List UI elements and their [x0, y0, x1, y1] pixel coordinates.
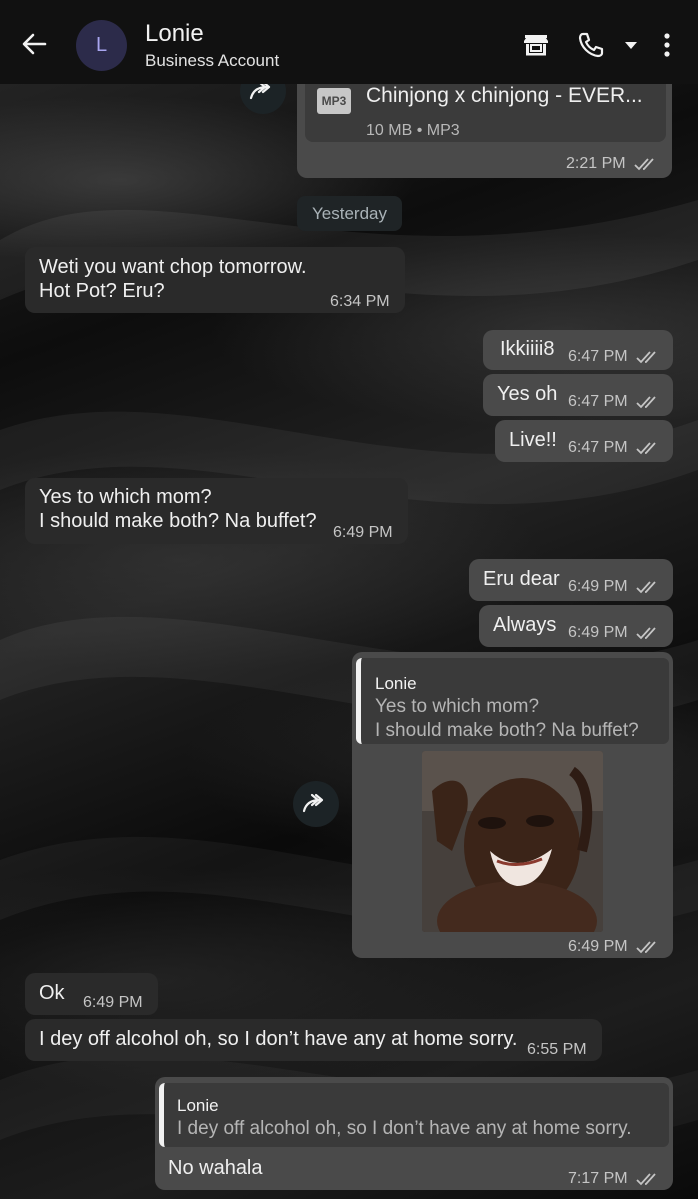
message-bubble-outgoing[interactable]: Ikkiiii8 6:47 PM — [483, 330, 673, 370]
forward-icon — [302, 793, 324, 813]
forward-button[interactable] — [293, 781, 339, 827]
message-line: I dey off alcohol oh, so I don’t have an… — [39, 1028, 518, 1050]
message-bubble-outgoing-reply[interactable]: Lonie I dey off alcohol oh, so I don’t h… — [155, 1077, 673, 1190]
avatar[interactable]: L — [76, 20, 127, 71]
message-time: 6:49 PM — [333, 524, 393, 541]
message-bubble-outgoing-reply[interactable]: Lonie Yes to which mom? I should make bo… — [352, 652, 673, 958]
caret-down-icon[interactable] — [616, 30, 646, 60]
message-time: 6:47 PM — [568, 436, 660, 460]
double-check-icon — [636, 627, 656, 640]
message-line: Yes oh — [497, 383, 558, 405]
avatar-initial: L — [95, 34, 108, 56]
message-line: Always — [493, 614, 557, 636]
double-check-icon — [636, 351, 656, 364]
double-check-icon — [636, 396, 656, 409]
double-check-icon — [636, 941, 656, 954]
file-name: Chinjong x chinjong - EVER... — [366, 84, 643, 107]
quoted-message[interactable]: Lonie I dey off alcohol oh, so I don’t h… — [159, 1083, 669, 1147]
message-time: 6:49 PM — [568, 575, 660, 599]
message-line: I should make both? Na buffet? — [39, 510, 317, 532]
quoted-line: Yes to which mom? — [375, 696, 540, 717]
double-check-icon — [636, 1173, 656, 1186]
message-bubble-outgoing[interactable]: Eru dear 6:49 PM — [469, 559, 673, 601]
message-line: No wahala — [168, 1157, 263, 1179]
contact-name[interactable]: Lonie — [145, 20, 204, 48]
storefront-icon[interactable] — [521, 30, 551, 60]
message-bubble-incoming[interactable]: Ok 6:49 PM — [25, 973, 158, 1015]
double-check-icon — [636, 442, 656, 455]
message-line: Ikkiiii8 — [500, 338, 555, 360]
message-bubble-outgoing[interactable]: Yes oh 6:47 PM — [483, 374, 673, 416]
phone-icon[interactable] — [576, 30, 606, 60]
double-check-icon — [634, 158, 654, 171]
quoted-sender: Lonie — [375, 674, 417, 693]
chat-header: L Lonie Business Account — [0, 0, 698, 84]
message-bubble-incoming[interactable]: Weti you want chop tomorrow. Hot Pot? Er… — [25, 247, 405, 313]
message-bubble-outgoing[interactable]: Always 6:49 PM — [479, 605, 673, 647]
double-check-icon — [636, 581, 656, 594]
message-bubble-incoming[interactable]: Yes to which mom? I should make both? Na… — [25, 478, 408, 544]
quoted-line: I dey off alcohol oh, so I don’t have an… — [177, 1118, 632, 1139]
message-bubble-outgoing[interactable]: Live!! 6:47 PM — [495, 420, 673, 462]
date-separator: Yesterday — [297, 196, 402, 231]
more-vertical-icon[interactable] — [652, 30, 682, 60]
arrow-left-icon[interactable] — [20, 30, 48, 58]
laughing-face-image — [422, 751, 603, 932]
message-line: Weti you want chop tomorrow. — [39, 256, 307, 278]
message-time: 7:17 PM — [568, 1167, 660, 1191]
message-line: Hot Pot? Eru? — [39, 280, 165, 302]
message-bubble-incoming[interactable]: I dey off alcohol oh, so I don’t have an… — [25, 1019, 602, 1061]
quoted-sender: Lonie — [177, 1096, 219, 1115]
message-line: Eru dear — [483, 568, 560, 590]
message-time: 6:49 PM — [568, 935, 660, 959]
message-time: 6:47 PM — [568, 390, 660, 414]
message-time: 6:47 PM — [568, 345, 660, 369]
message-time: 2:21 PM — [566, 152, 658, 176]
message-line: Ok — [39, 982, 65, 1004]
sticker-image[interactable] — [422, 751, 603, 932]
message-time: 6:49 PM — [83, 994, 143, 1011]
quoted-line: I should make both? Na buffet? — [375, 720, 639, 741]
message-time: 6:34 PM — [330, 293, 390, 310]
message-line: Yes to which mom? — [39, 486, 212, 508]
message-line: Live!! — [509, 429, 557, 451]
message-time: 6:55 PM — [527, 1041, 587, 1058]
mp3-file-icon: MP3 — [317, 88, 351, 114]
message-time: 6:49 PM — [568, 621, 660, 645]
contact-subtitle: Business Account — [145, 51, 280, 70]
file-meta: 10 MB • MP3 — [366, 122, 460, 139]
quoted-message[interactable]: Lonie Yes to which mom? I should make bo… — [356, 658, 669, 744]
